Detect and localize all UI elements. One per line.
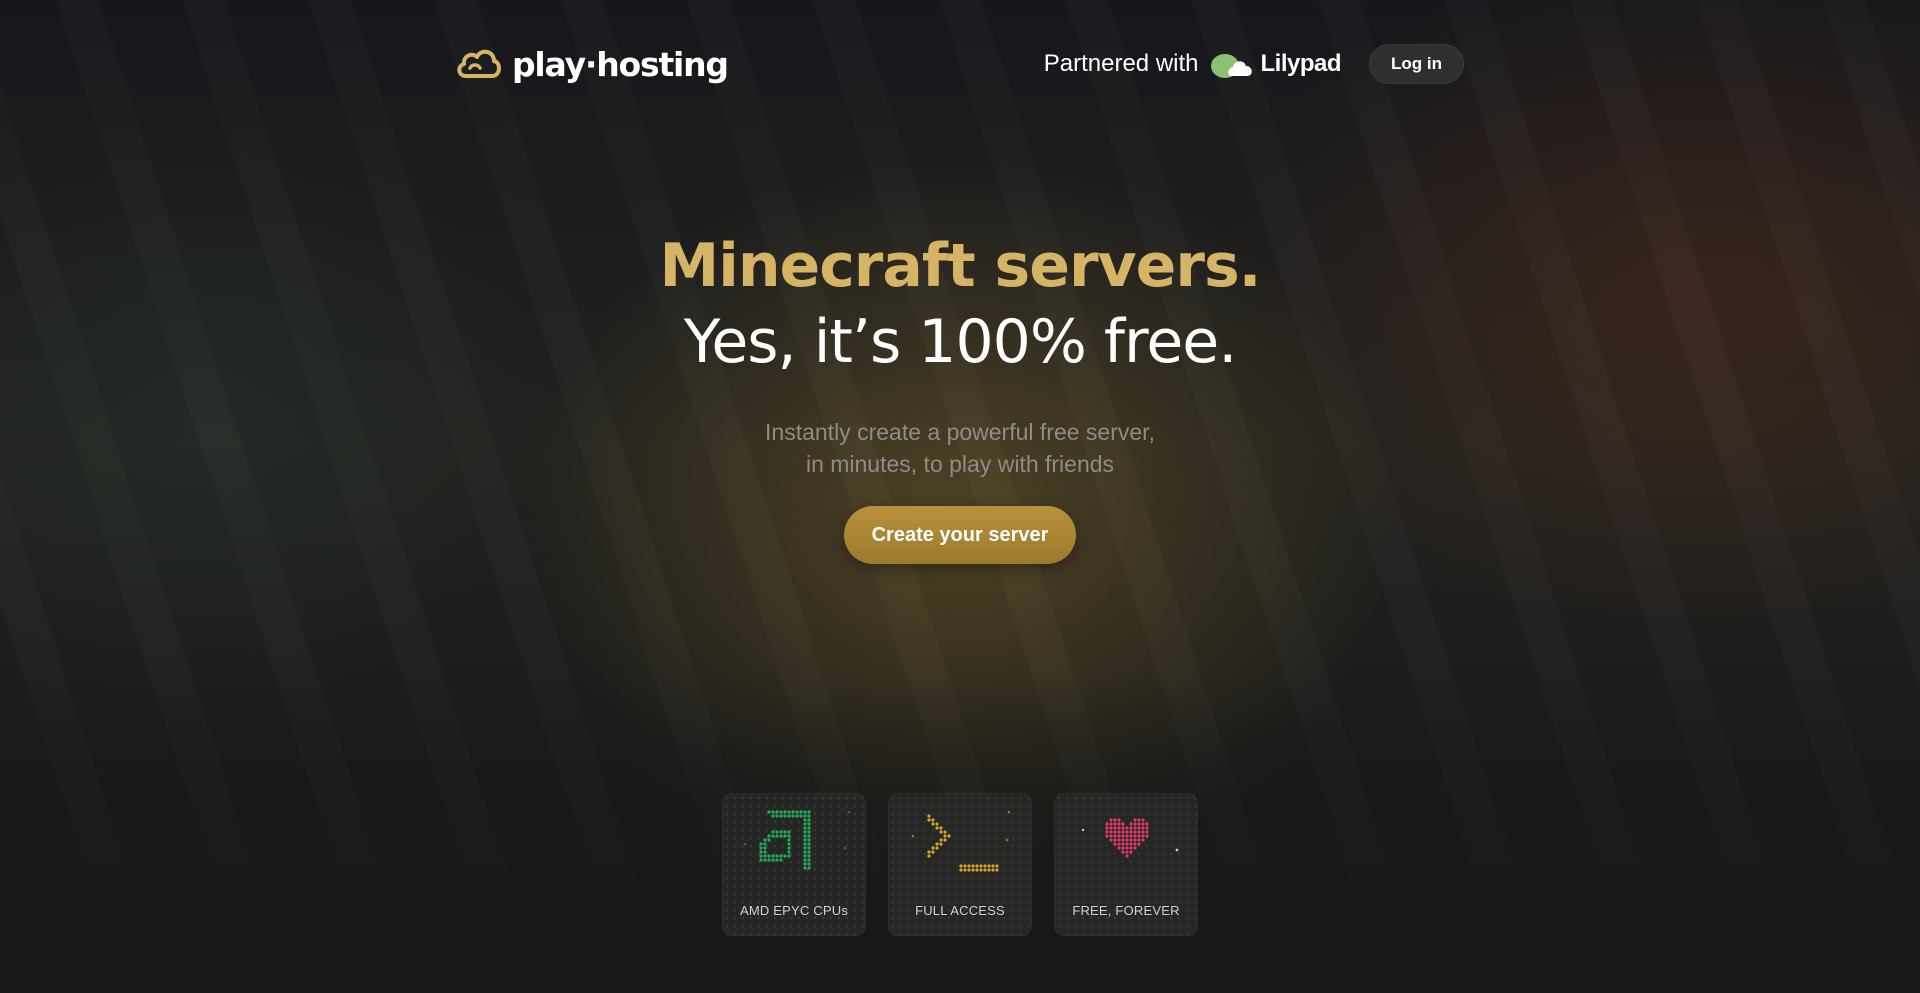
amd-logo-icon: [743, 810, 851, 870]
logo[interactable]: play·hosting: [454, 44, 729, 84]
feature-card-free-forever: FREE, FOREVER: [1054, 793, 1198, 936]
hero-subtitle-line2: in minutes, to play with friends: [805, 451, 1115, 477]
logo-text: play·hosting: [512, 44, 729, 84]
features-row: AMD EPYC CPUs FULL ACCESS FREE, FOREVER: [722, 793, 1198, 936]
login-button[interactable]: Log in: [1369, 44, 1464, 84]
hero-title-line1: Minecraft servers.: [659, 231, 1262, 301]
partner-link[interactable]: Partnered with Lilypad: [1043, 48, 1342, 80]
hero-subtitle: Instantly create a powerful free server,…: [0, 416, 1920, 480]
heart-icon: [1081, 818, 1179, 858]
hero-title-line2: Yes, it’s 100% free.: [683, 307, 1238, 377]
lilypad-brand: Lilypad: [1209, 48, 1342, 80]
hero-title: Minecraft servers. Yes, it’s 100% free.: [0, 228, 1920, 380]
feature-label-full-access: FULL ACCESS: [915, 903, 1005, 918]
create-server-button[interactable]: Create your server: [843, 506, 1077, 564]
terminal-prompt-icon: [911, 810, 1011, 872]
partner-brand-name: Lilypad: [1260, 50, 1342, 77]
feature-label-amd: AMD EPYC CPUs: [739, 903, 849, 918]
site-header: play·hosting Partnered with Lilypad Log …: [454, 38, 1464, 90]
feature-label-free-forever: FREE, FOREVER: [1072, 903, 1180, 918]
partner-text: Partnered with: [1043, 50, 1199, 77]
cloud-logo-icon: [457, 49, 501, 78]
header-right: Partnered with Lilypad Log in: [1044, 44, 1464, 84]
lilypad-icon: [1210, 54, 1252, 78]
hero-subtitle-line1: Instantly create a powerful free server,: [765, 419, 1155, 445]
feature-card-amd: AMD EPYC CPUs: [722, 793, 866, 936]
feature-card-full-access: FULL ACCESS: [888, 793, 1032, 936]
hero-section: Minecraft servers. Yes, it’s 100% free. …: [0, 228, 1920, 564]
